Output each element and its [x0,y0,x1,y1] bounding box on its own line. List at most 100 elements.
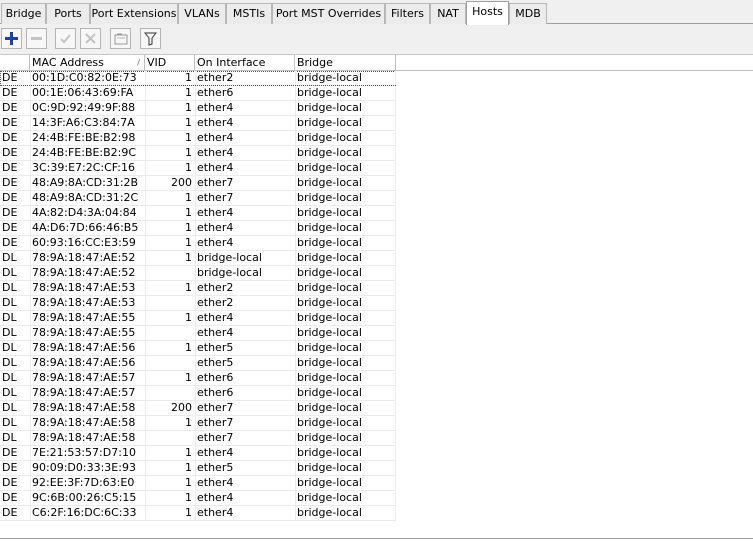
table-row[interactable]: DL 78:9A:18:47:AE:57 ether6 bridge-local [0,386,396,401]
column-separator [395,431,396,445]
vid-cell: 1 [185,146,192,159]
table-row[interactable]: DE 92:EE:3F:7D:63:E0 1 ether4 bridge-local [0,476,396,491]
table-row[interactable]: DE 90:09:D0:33:3E:93 1 ether5 bridge-local [0,461,396,476]
table-row[interactable]: DE 3C:39:E7:2C:CF:16 1 ether4 bridge-local [0,161,396,176]
column-header-bridge[interactable]: Bridge [295,55,396,70]
column-separator [395,356,396,370]
column-separator [145,491,146,505]
on-interface-cell: ether4 [197,476,234,489]
table-row[interactable]: DL 78:9A:18:47:AE:52 1 bridge-local bridge-l… [0,251,396,266]
table-row[interactable]: DL 78:9A:18:47:AE:58 1 ether7 bridge-local [0,416,396,431]
table-row[interactable]: DL 78:9A:18:47:AE:57 1 ether6 bridge-local [0,371,396,386]
column-separator [395,131,396,145]
column-separator [195,461,196,475]
table-row[interactable]: DE 0C:9D:92:49:9F:88 1 ether4 bridge-local [0,101,396,116]
table-row[interactable]: DL 78:9A:18:47:AE:52 bridge-local bridge-lo… [0,266,396,281]
on-interface-cell: ether7 [197,431,234,444]
column-separator [295,461,296,475]
column-header-flags[interactable] [0,55,30,70]
tab-port-extensions[interactable]: Port Extensions [90,3,178,24]
window-bottom-border [0,538,753,539]
table-row[interactable]: DE 4A:D6:7D:66:46:B5 1 ether4 bridge-local [0,221,396,236]
column-separator [145,356,146,370]
column-header-mac-address[interactable]: MAC Address / [30,55,145,70]
table-row[interactable]: DL 78:9A:18:47:AE:55 1 ether4 bridge-local [0,311,396,326]
mac-address-cell: C6:2F:16:DC:6C:33 [32,506,137,519]
column-header-on-interface[interactable]: On Interface [195,55,295,70]
on-interface-cell: ether4 [197,326,234,339]
bridge-cell: bridge-local [297,176,362,189]
filter-button[interactable] [140,28,161,49]
add-button[interactable] [1,28,22,49]
table-row[interactable]: DE 48:A9:8A:CD:31:2B 200 ether7 bridge-local [0,176,396,191]
flags-cell: DL [2,296,17,309]
column-separator [195,341,196,355]
add-icon [5,32,18,45]
tab-bridge[interactable]: Bridge [1,3,46,24]
column-separator [295,506,296,520]
bridge-cell: bridge-local [297,266,362,279]
tab-hosts[interactable]: Hosts [466,1,509,25]
flags-cell: DE [2,176,18,189]
table-row[interactable]: DE 24:4B:FE:BE:B2:98 1 ether4 bridge-local [0,131,396,146]
tab-ports[interactable]: Ports [46,3,90,24]
tab-mstis[interactable]: MSTIs [226,3,272,24]
column-header-label: MAC Address [32,56,104,69]
tab-port-mst-overrides[interactable]: Port MST Overrides [272,3,385,24]
vid-cell: 1 [185,86,192,99]
table-row[interactable]: DL 78:9A:18:47:AE:53 1 ether2 bridge-local [0,281,396,296]
table-row[interactable]: DE 60:93:16:CC:E3:59 1 ether4 bridge-local [0,236,396,251]
tab-vlans[interactable]: VLANs [178,3,226,24]
column-separator [395,341,396,355]
column-separator [195,176,196,190]
table-row[interactable]: DL 78:9A:18:47:AE:53 ether2 bridge-local [0,296,396,311]
table-row[interactable]: DL 78:9A:18:47:AE:55 ether4 bridge-local [0,326,396,341]
enable-button[interactable] [55,28,76,49]
column-separator [295,476,296,490]
table-row[interactable]: DE 7E:21:53:57:D7:10 1 ether4 bridge-local [0,446,396,461]
table-row[interactable]: DE C6:2F:16:DC:6C:33 1 ether4 bridge-local [0,506,396,521]
column-separator [395,86,396,100]
mac-address-cell: 14:3F:A6:C3:84:7A [32,116,135,129]
comment-button[interactable] [110,28,131,49]
column-separator [30,191,31,205]
column-separator [30,266,31,280]
table-row[interactable]: DL 78:9A:18:47:AE:58 200 ether7 bridge-local [0,401,396,416]
tab-nat[interactable]: NAT [430,3,466,24]
column-header-vid[interactable]: VID [145,55,195,70]
column-separator [195,356,196,370]
table-row[interactable]: DE 48:A9:8A:CD:31:2C 1 ether7 bridge-local [0,191,396,206]
table-row[interactable]: DL 78:9A:18:47:AE:56 ether5 bridge-local [0,356,396,371]
table-row[interactable]: DE 9C:6B:00:26:C5:15 1 ether4 bridge-local [0,491,396,506]
column-separator [295,311,296,325]
remove-icon [31,37,42,40]
vid-cell: 1 [185,206,192,219]
column-separator [195,401,196,415]
column-separator [195,86,196,100]
table-row[interactable]: DE 00:1E:06:43:69:FA 1 ether6 bridge-local [0,86,396,101]
column-separator [395,386,396,400]
column-separator [195,476,196,490]
remove-button[interactable] [26,28,47,49]
mac-address-cell: 78:9A:18:47:AE:52 [32,251,136,264]
on-interface-cell: ether4 [197,491,234,504]
mac-address-cell: 0C:9D:92:49:9F:88 [32,101,136,114]
tab-label: Port Extensions [91,7,177,20]
table-row[interactable]: DE 24:4B:FE:BE:B2:9C 1 ether4 bridge-local [0,146,396,161]
column-separator [30,281,31,295]
column-separator [295,356,296,370]
column-separator [30,461,31,475]
mac-address-cell: 9C:6B:00:26:C5:15 [32,491,137,504]
table-row[interactable]: DL 78:9A:18:47:AE:56 1 ether5 bridge-local [0,341,396,356]
on-interface-cell: ether5 [197,341,234,354]
table-row[interactable]: DL 78:9A:18:47:AE:58 ether7 bridge-local [0,431,396,446]
table-row[interactable]: DE 00:1D:C0:82:0E:73 1 ether2 bridge-local [0,71,396,86]
on-interface-cell: ether4 [197,206,234,219]
tab-filters[interactable]: Filters [385,3,430,24]
bridge-cell: bridge-local [297,491,362,504]
disable-button[interactable] [80,28,101,49]
bridge-cell: bridge-local [297,401,362,414]
table-row[interactable]: DE 14:3F:A6:C3:84:7A 1 ether4 bridge-local [0,116,396,131]
table-row[interactable]: DE 4A:82:D4:3A:04:84 1 ether4 bridge-local [0,206,396,221]
tab-mdb[interactable]: MDB [509,3,547,24]
